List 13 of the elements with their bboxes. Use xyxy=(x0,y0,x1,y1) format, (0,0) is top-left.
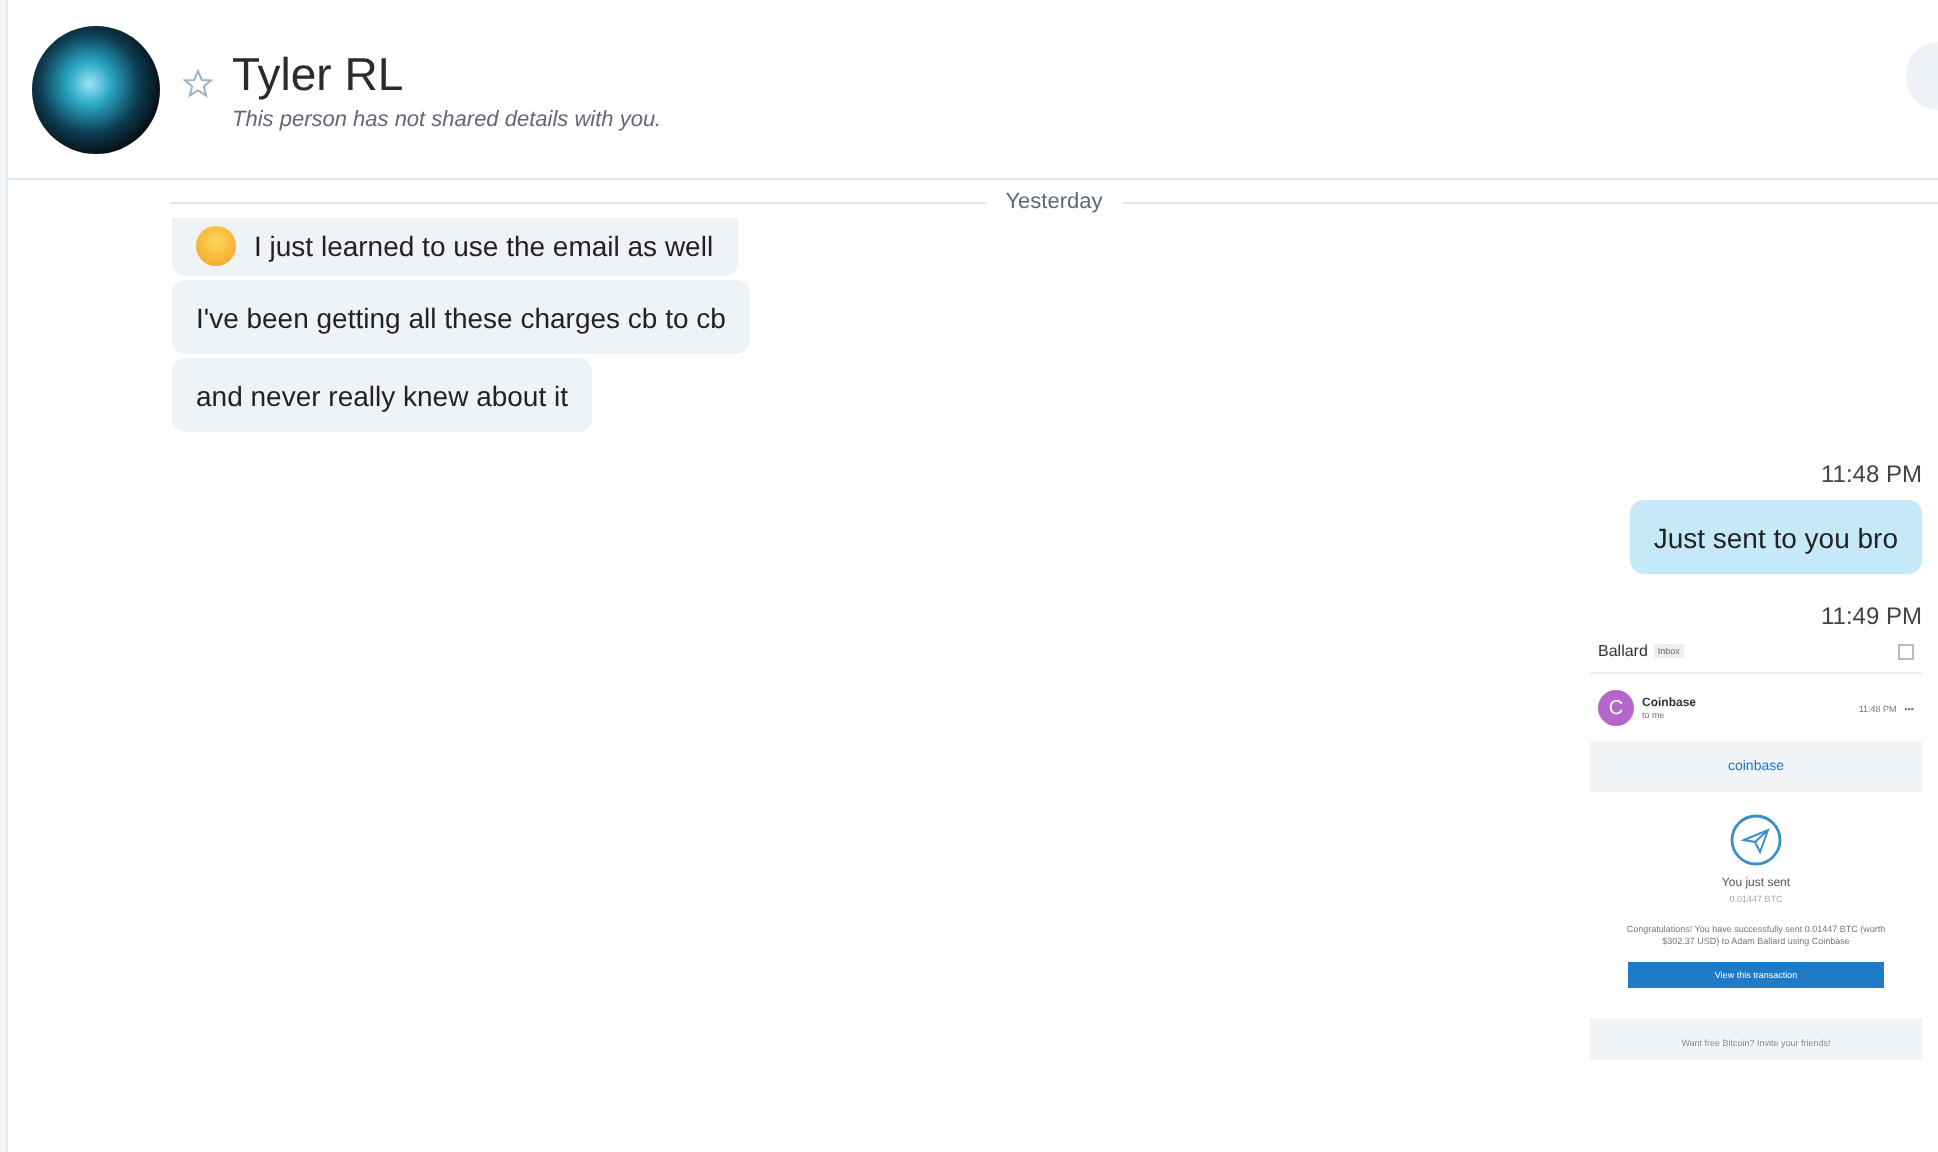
message-text: I've been getting all these charges cb to cb xyxy=(196,301,726,333)
message-time: 11:49 PM xyxy=(1821,602,1922,630)
contact-subtitle: This person has not shared details with you. xyxy=(232,107,664,131)
sender-avatar: C xyxy=(1598,690,1634,726)
message-text: Just sent to you bro xyxy=(1653,521,1898,553)
smiley-icon xyxy=(196,225,236,265)
date-divider: Yesterday xyxy=(1003,190,1105,214)
message-text: I just learned to use the email as well xyxy=(254,229,714,261)
paper-plane-icon xyxy=(1730,814,1782,866)
message-time: 11:48 PM xyxy=(1821,460,1922,488)
email-subject: Ballard xyxy=(1598,642,1648,660)
contact-name: Tyler RL xyxy=(232,47,406,101)
message-text: and never really knew about it xyxy=(196,379,568,411)
